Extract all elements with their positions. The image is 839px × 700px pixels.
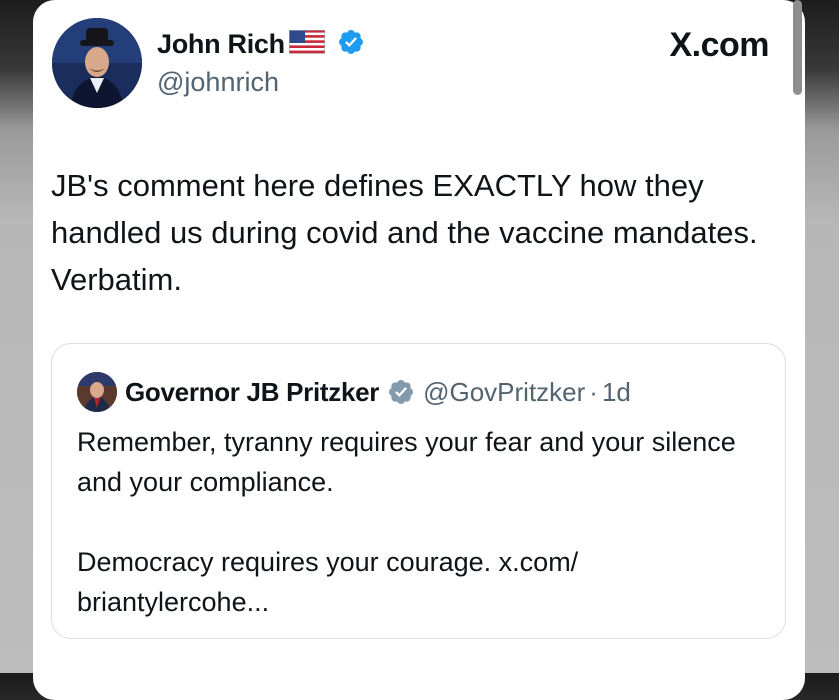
verified-badge-icon[interactable] bbox=[337, 28, 365, 61]
government-verified-badge-icon[interactable] bbox=[387, 378, 415, 406]
quoted-author-avatar[interactable] bbox=[77, 372, 117, 412]
us-flag-icon bbox=[288, 30, 325, 59]
tweet-text: JB's comment here defines EXACTLY how th… bbox=[51, 168, 758, 297]
quoted-tweet-time[interactable]: 1d bbox=[602, 377, 631, 408]
author-name[interactable]: John Rich bbox=[157, 29, 285, 60]
author-avatar[interactable] bbox=[52, 18, 142, 108]
quoted-author-handle[interactable]: @GovPritzker bbox=[423, 377, 585, 408]
author-handle[interactable]: @johnrich bbox=[157, 67, 279, 98]
quoted-tweet-header: Governor JB Pritzker @GovPritzker · 1d bbox=[125, 372, 631, 412]
quoted-tweet[interactable]: Governor JB Pritzker @GovPritzker · 1d R… bbox=[51, 343, 786, 639]
scrollbar[interactable] bbox=[793, 0, 802, 95]
dot-separator: · bbox=[589, 376, 598, 407]
x-brand-label: X.com bbox=[669, 26, 769, 64]
author-name-row: John Rich bbox=[157, 28, 365, 61]
quoted-tweet-text: Remember, tyranny requires your fear and… bbox=[77, 427, 736, 617]
quoted-author-name[interactable]: Governor JB Pritzker bbox=[125, 377, 379, 408]
